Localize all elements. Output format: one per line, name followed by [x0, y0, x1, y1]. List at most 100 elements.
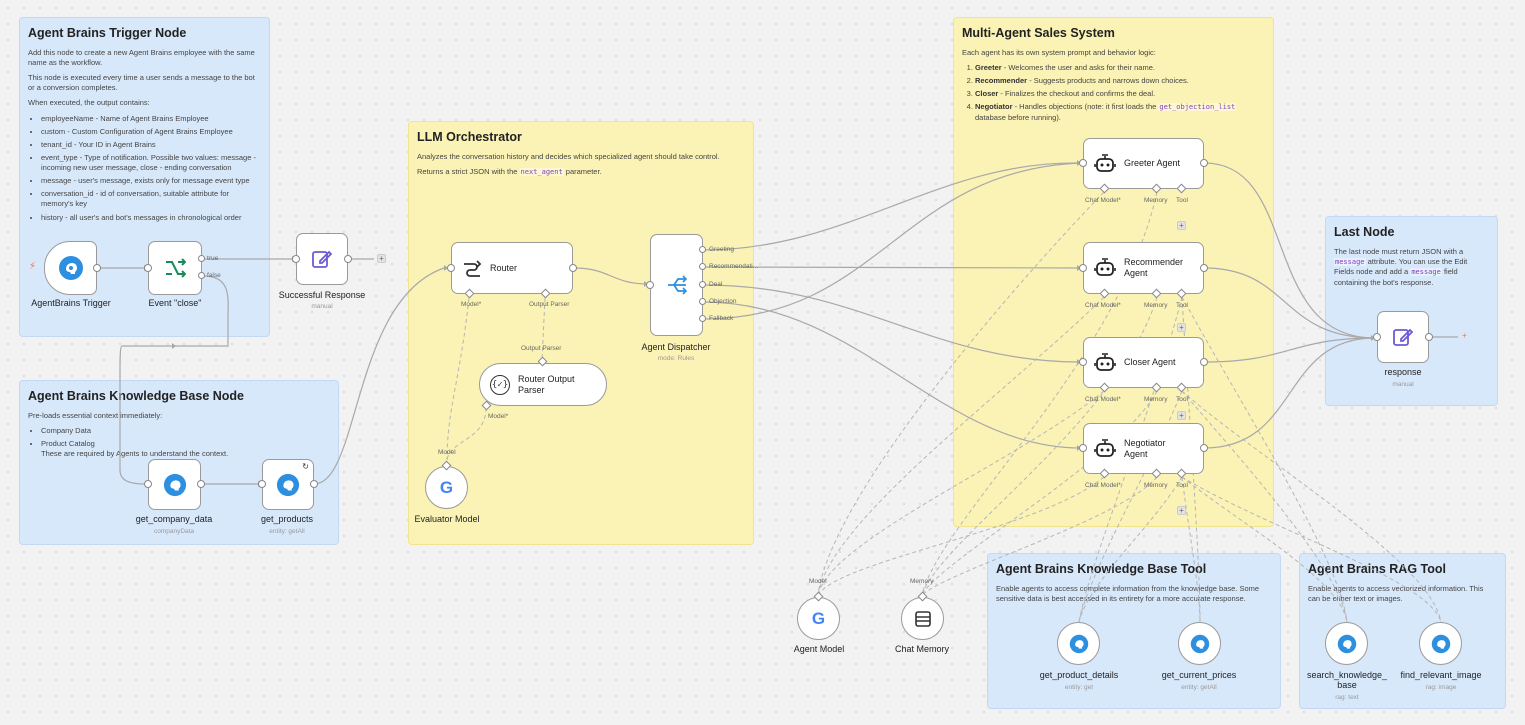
list-item: Recommender - Suggests products and narr…	[975, 76, 1265, 86]
input-port[interactable]	[1079, 159, 1087, 167]
response-node[interactable]	[1377, 311, 1429, 363]
input-port[interactable]	[144, 264, 152, 272]
successful-response-node[interactable]	[296, 233, 348, 285]
port-label: Model	[438, 449, 456, 456]
brain-icon	[1069, 634, 1089, 654]
agentbrains-trigger-node[interactable]	[44, 241, 97, 295]
arrow-head	[172, 343, 176, 349]
google-icon: G	[811, 608, 826, 628]
negotiator-agent-node[interactable]: Negotiator Agent	[1083, 423, 1204, 474]
port-label: Model*	[461, 301, 482, 308]
recommender-agent-node[interactable]: Recommender Agent	[1083, 242, 1204, 294]
port-label: Memory	[1144, 396, 1168, 403]
input-port[interactable]	[258, 480, 266, 488]
closer-agent-node[interactable]: Closer Agent	[1083, 337, 1204, 388]
output-port-true[interactable]	[198, 255, 205, 262]
agent-dispatcher-node[interactable]	[650, 234, 703, 336]
note-text: Pre-loads essential context immediately:	[28, 410, 163, 420]
output-port[interactable]	[344, 255, 352, 263]
greeter-agent-node[interactable]: Greeter Agent	[1083, 138, 1204, 189]
output-port-false[interactable]	[198, 272, 205, 279]
add-tool-button[interactable]: +	[1177, 506, 1186, 515]
output-port-recommendation[interactable]	[699, 263, 706, 270]
evaluator-model-node[interactable]: G	[425, 466, 468, 509]
input-port[interactable]	[1079, 264, 1087, 272]
node-label: Evaluator Model	[414, 514, 480, 524]
note-title: Multi-Agent Sales System	[962, 26, 1115, 40]
output-port[interactable]	[197, 480, 205, 488]
add-node-button[interactable]: +	[1460, 332, 1469, 341]
output-port-greeting[interactable]	[699, 246, 706, 253]
add-tool-button[interactable]: +	[1177, 323, 1186, 332]
brain-icon	[1431, 634, 1451, 654]
node-label: get_current_prices	[1161, 670, 1237, 680]
filter-icon	[164, 257, 186, 279]
list-item: Closer - Finalizes the checkout and conf…	[975, 89, 1265, 99]
agent-model-node[interactable]: G	[797, 597, 840, 640]
output-port-deal[interactable]	[699, 281, 706, 288]
robot-icon	[1094, 257, 1116, 279]
router-output-parser-node[interactable]: {✓} Router Output Parser	[479, 363, 607, 406]
note-list: Greeter - Welcomes the user and asks for…	[962, 63, 1265, 123]
input-port[interactable]	[1079, 358, 1087, 366]
get-products-node[interactable]: ↻	[262, 459, 314, 510]
port-label: Chat Model*	[1085, 302, 1121, 309]
get-company-data-node[interactable]	[148, 459, 201, 510]
port-label: Memory	[1144, 197, 1168, 204]
input-port[interactable]	[1079, 444, 1087, 452]
output-port[interactable]	[1425, 333, 1433, 341]
note-text: Enable agents to access complete informa…	[996, 583, 1260, 603]
output-port[interactable]	[1200, 444, 1208, 452]
search-knowledge-base-node[interactable]	[1325, 622, 1368, 665]
list-item: Negotiator - Handles objections (note: i…	[975, 102, 1265, 123]
get-product-details-node[interactable]	[1057, 622, 1100, 665]
add-tool-button[interactable]: +	[1177, 411, 1186, 420]
node-sublabel: manual	[311, 303, 333, 310]
add-tool-button[interactable]: +	[1177, 221, 1186, 230]
get-current-prices-node[interactable]	[1178, 622, 1221, 665]
note-text-part: The last node must return JSON with a	[1334, 246, 1464, 256]
port-label: Greeting	[709, 246, 734, 253]
port-label: false	[207, 272, 221, 279]
event-close-node[interactable]	[148, 241, 202, 295]
add-node-button[interactable]: +	[377, 254, 386, 263]
node-label: search_knowledge_ base	[1306, 670, 1388, 690]
router-node[interactable]: Router	[451, 242, 573, 294]
output-port[interactable]	[93, 264, 101, 272]
input-port[interactable]	[646, 281, 654, 289]
list-item-text: Product Catalog	[41, 439, 95, 449]
node-label: find_relevant_image	[1400, 670, 1482, 680]
find-relevant-image-node[interactable]	[1419, 622, 1462, 665]
output-port[interactable]	[1200, 159, 1208, 167]
node-label: Chat Memory	[894, 644, 950, 654]
note-list: employeeName - Name of Agent Brains Empl…	[28, 114, 261, 223]
output-port[interactable]	[569, 264, 577, 272]
output-port-objection[interactable]	[699, 298, 706, 305]
chat-memory-node[interactable]	[901, 597, 944, 640]
bold-text: Greeter	[975, 63, 1002, 72]
output-port[interactable]	[1200, 264, 1208, 272]
port-label: Model*	[488, 413, 509, 420]
input-port[interactable]	[144, 480, 152, 488]
note-text: Enable agents to access vectorized infor…	[1308, 583, 1484, 603]
node-label: get_product_details	[1039, 670, 1119, 680]
list-item: history - all user's and bot's messages …	[41, 213, 261, 223]
list-item: event_type - Type of notification. Possi…	[41, 153, 261, 173]
node-sublabel: entity: getAll	[269, 528, 305, 535]
node-sublabel: mode: Rules	[657, 355, 695, 362]
trigger-bolt-icon: ⚡	[29, 261, 37, 272]
output-port[interactable]	[310, 480, 318, 488]
output-port[interactable]	[1200, 358, 1208, 366]
list-text: database before running).	[975, 112, 1061, 122]
list-item: message - user's message, exists only fo…	[41, 176, 261, 186]
note-title: Agent Brains RAG Tool	[1308, 562, 1446, 576]
edit-icon	[1392, 326, 1414, 348]
note-title: LLM Orchestrator	[417, 130, 522, 144]
brain-icon	[276, 473, 300, 497]
input-port[interactable]	[1373, 333, 1381, 341]
list-item: custom - Custom Configuration of Agent B…	[41, 127, 261, 137]
output-port-fallback[interactable]	[699, 315, 706, 322]
inline-code: get_objection_list	[1158, 103, 1237, 112]
input-port[interactable]	[292, 255, 300, 263]
input-port[interactable]	[447, 264, 455, 272]
